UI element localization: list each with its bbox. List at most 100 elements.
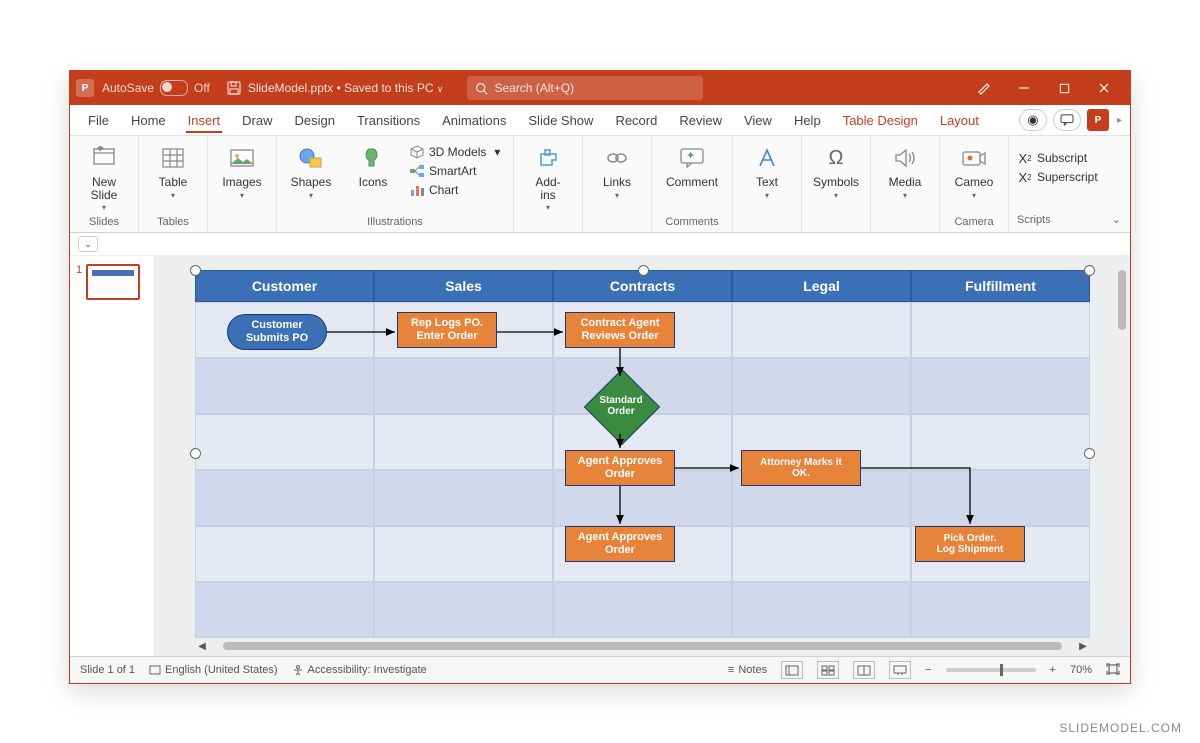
search-placeholder: Search (Alt+Q) — [494, 81, 574, 95]
tab-insert[interactable]: Insert — [178, 109, 231, 132]
recording-indicator[interactable]: ◉ — [1019, 109, 1047, 131]
tab-help[interactable]: Help — [784, 109, 831, 132]
new-slide-button[interactable]: ✦ New Slide▾ — [78, 140, 130, 212]
reading-view-button[interactable] — [853, 661, 875, 679]
zoom-out-button[interactable]: − — [925, 664, 931, 676]
selection-handle[interactable] — [638, 265, 649, 276]
shape-agent-approves-1[interactable]: Agent Approves Order — [565, 450, 675, 486]
table-button[interactable]: Table▾ — [147, 140, 199, 200]
smartart-button[interactable]: SmartArt — [409, 163, 500, 179]
horizontal-scrollbar[interactable]: ◀▶ — [195, 640, 1090, 652]
svg-text:✦: ✦ — [97, 146, 104, 153]
tab-design[interactable]: Design — [285, 109, 345, 132]
minimize-button[interactable] — [1004, 71, 1044, 105]
tab-home[interactable]: Home — [121, 109, 176, 132]
autosave-label: AutoSave — [102, 81, 154, 95]
addins-button[interactable]: Add- ins▾ — [522, 140, 574, 212]
save-icon[interactable] — [226, 80, 242, 96]
thumbnail-panel[interactable]: 1 — [70, 256, 155, 656]
zoom-level[interactable]: 70% — [1070, 664, 1092, 676]
zoom-slider[interactable] — [946, 668, 1036, 672]
group-images: Images▾ — [208, 136, 277, 232]
workspace: 1 Customer Sales Contracts Legal Fulfill… — [70, 256, 1130, 656]
tab-file[interactable]: File — [78, 109, 119, 132]
scroll-left-icon[interactable]: ◀ — [195, 641, 209, 652]
fit-button[interactable] — [1106, 663, 1120, 678]
selection-handle[interactable] — [1084, 265, 1095, 276]
selection-handle[interactable] — [1084, 448, 1095, 459]
group-slides: ✦ New Slide▾ Slides — [70, 136, 139, 232]
overflow-icon[interactable]: ▸ — [1117, 115, 1122, 126]
cameo-button[interactable]: Cameo▾ — [948, 140, 1000, 200]
links-button[interactable]: Links▾ — [591, 140, 643, 200]
toggle-icon[interactable] — [160, 80, 188, 96]
slide-canvas[interactable]: Customer Sales Contracts Legal Fulfillme… — [195, 270, 1090, 636]
normal-view-button[interactable] — [781, 661, 803, 679]
collapse-ribbon-icon[interactable]: ⌄ — [1106, 211, 1127, 228]
scroll-right-icon[interactable]: ▶ — [1076, 641, 1090, 652]
3dmodels-button[interactable]: 3D Models ▾ — [409, 144, 500, 160]
tab-slideshow[interactable]: Slide Show — [518, 109, 603, 132]
text-button[interactable]: Text▾ — [741, 140, 793, 200]
maximize-button[interactable] — [1044, 71, 1084, 105]
ink-icon[interactable] — [964, 71, 1004, 105]
omega-icon: Ω — [822, 144, 850, 172]
vertical-scrollbar[interactable] — [1116, 266, 1128, 626]
tab-draw[interactable]: Draw — [232, 109, 282, 132]
accessibility-button[interactable]: Accessibility: Investigate — [292, 664, 427, 676]
scroll-thumb[interactable] — [1118, 270, 1126, 330]
tab-layout[interactable]: Layout — [930, 109, 989, 132]
shape-agent-approves-2[interactable]: Agent Approves Order — [565, 526, 675, 562]
shape-decision[interactable]: Standard Order — [583, 378, 659, 434]
superscript-button[interactable]: X2Superscript — [1017, 169, 1098, 185]
tab-record[interactable]: Record — [605, 109, 667, 132]
filename[interactable]: SlideModel.pptx • Saved to this PC ∨ — [248, 81, 444, 95]
notes-icon: ≡ — [728, 664, 734, 676]
tab-table-design[interactable]: Table Design — [833, 109, 928, 132]
media-button[interactable]: Media▾ — [879, 140, 931, 200]
slide-canvas-area[interactable]: Customer Sales Contracts Legal Fulfillme… — [155, 256, 1130, 656]
selection-handle[interactable] — [190, 265, 201, 276]
lane-header-customer[interactable]: Customer — [195, 270, 374, 302]
account-icon[interactable]: P — [1087, 109, 1109, 131]
subscript-button[interactable]: X2Subscript — [1017, 150, 1098, 166]
close-button[interactable] — [1084, 71, 1124, 105]
shape-rep-logs[interactable]: Rep Logs PO. Enter Order — [397, 312, 497, 348]
svg-text:✦: ✦ — [686, 150, 695, 162]
lane-header-fulfillment[interactable]: Fulfillment — [911, 270, 1090, 302]
shape-start[interactable]: Customer Submits PO — [227, 314, 327, 350]
slide-indicator[interactable]: Slide 1 of 1 — [80, 664, 135, 676]
autosave-toggle[interactable]: AutoSave Off — [102, 80, 210, 96]
link-icon — [603, 144, 631, 172]
tab-transitions[interactable]: Transitions — [347, 109, 430, 132]
shape-attorney[interactable]: Attorney Marks it OK. — [741, 450, 861, 486]
qat-chevron-icon[interactable]: ⌄ — [78, 236, 98, 252]
scroll-thumb[interactable] — [223, 642, 1062, 650]
table-icon — [159, 144, 187, 172]
selection-handle[interactable] — [190, 448, 201, 459]
slide-thumbnail[interactable] — [86, 264, 140, 300]
shape-pick-order[interactable]: Pick Order. Log Shipment — [915, 526, 1025, 562]
tab-animations[interactable]: Animations — [432, 109, 516, 132]
tab-view[interactable]: View — [734, 109, 782, 132]
images-button[interactable]: Images▾ — [216, 140, 268, 200]
symbols-button[interactable]: ΩSymbols▾ — [810, 140, 862, 200]
lane-header-sales[interactable]: Sales — [374, 270, 553, 302]
shapes-button[interactable]: Shapes▾ — [285, 140, 337, 200]
tab-review[interactable]: Review — [669, 109, 732, 132]
zoom-thumb[interactable] — [1000, 664, 1003, 676]
slideshow-view-button[interactable] — [889, 661, 911, 679]
zoom-in-button[interactable]: + — [1050, 664, 1056, 676]
sorter-view-button[interactable] — [817, 661, 839, 679]
comments-pane-button[interactable] — [1053, 109, 1081, 131]
chart-button[interactable]: Chart — [409, 182, 500, 198]
icons-button[interactable]: Icons — [347, 140, 399, 189]
group-camera: Cameo▾ Camera — [940, 136, 1009, 232]
notes-button[interactable]: ≡Notes — [728, 664, 767, 676]
shape-contract-review[interactable]: Contract Agent Reviews Order — [565, 312, 675, 348]
lane-header-legal[interactable]: Legal — [732, 270, 911, 302]
language-button[interactable]: English (United States) — [149, 664, 278, 676]
swimlane-table[interactable]: Customer Sales Contracts Legal Fulfillme… — [195, 270, 1090, 636]
search-input[interactable]: Search (Alt+Q) — [467, 76, 703, 100]
comment-button[interactable]: ✦Comment — [660, 140, 724, 189]
